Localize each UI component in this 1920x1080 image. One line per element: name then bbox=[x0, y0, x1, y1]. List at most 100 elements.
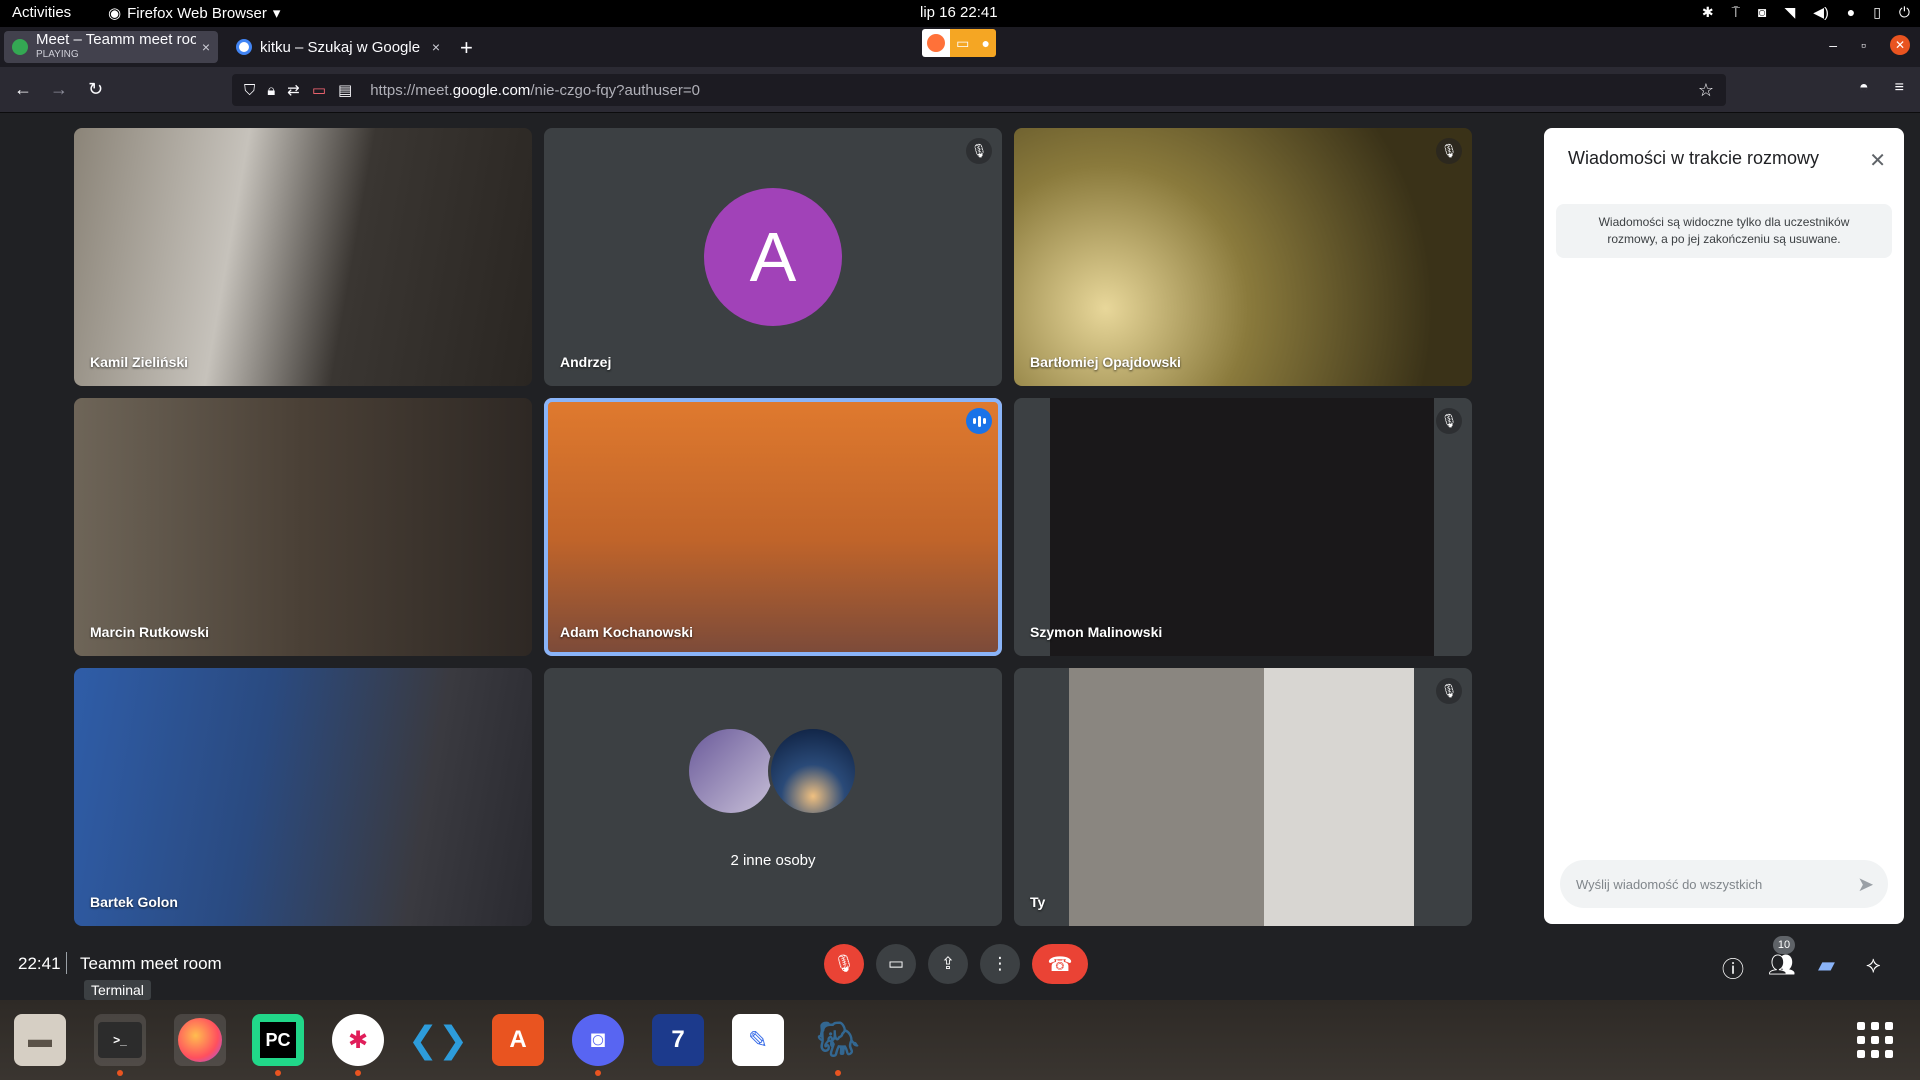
firefox-icon[interactable] bbox=[174, 1014, 226, 1066]
discord-icon[interactable]: ◙ bbox=[572, 1014, 624, 1076]
forward-arrow-icon[interactable]: → bbox=[50, 79, 68, 100]
more-options-button[interactable]: ⋮ bbox=[980, 944, 1020, 984]
avatar bbox=[686, 726, 776, 816]
back-arrow-icon[interactable]: ← bbox=[14, 79, 32, 100]
url-bar[interactable]: ⛉ 🔒︎ ⇄ ▭ ▤ https://meet.google.com/nie-c… bbox=[232, 74, 1726, 106]
participant-name: Kamil Zieliński bbox=[90, 354, 189, 370]
permissions-icon[interactable]: ⇄ bbox=[287, 81, 300, 99]
send-icon[interactable]: ➤ bbox=[1857, 872, 1874, 897]
avatar: A bbox=[704, 188, 842, 326]
participant-tile[interactable]: A 🎙︎ Andrzej bbox=[544, 128, 1002, 386]
mic-toggle-button[interactable]: 🎙︎ bbox=[824, 944, 864, 984]
meet-control-bar: 22:41 Teamm meet room Terminal 🎙︎ ▭ ⇪ ⋮ … bbox=[0, 930, 1920, 1000]
meeting-time: 22:41 bbox=[18, 954, 61, 973]
mic-off-icon: 🎙︎ bbox=[1436, 678, 1462, 704]
activities-button[interactable]: ⟡ bbox=[1866, 952, 1881, 978]
meeting-details-button[interactable]: ⓘ bbox=[1722, 952, 1744, 984]
maximize-icon[interactable]: ▫ bbox=[1861, 37, 1866, 53]
participant-name: Ty bbox=[1030, 894, 1046, 910]
microphone-icon[interactable]: ● bbox=[1847, 4, 1855, 21]
tab-title: kitku – Szukaj w Google bbox=[260, 39, 421, 55]
close-tab-icon[interactable]: × bbox=[432, 39, 440, 55]
more-vert-icon: ⋮ bbox=[991, 954, 1009, 973]
others-count-label: 2 inne osoby bbox=[730, 852, 816, 869]
hang-up-icon: ☎︎ bbox=[1047, 953, 1073, 976]
chat-icon: ▰ bbox=[1818, 952, 1835, 977]
activities-button[interactable]: Activities bbox=[12, 4, 71, 21]
slack-icon[interactable]: ✱ bbox=[332, 1014, 384, 1076]
present-icon: ⇪ bbox=[940, 954, 956, 973]
chat-message-input[interactable]: Wyślij wiadomość do wszystkich ➤ bbox=[1560, 860, 1888, 908]
minimize-icon[interactable]: – bbox=[1829, 37, 1837, 53]
mic-off-icon: 🎙︎ bbox=[966, 138, 992, 164]
running-indicator bbox=[355, 1070, 361, 1076]
participant-tile[interactable]: 🎙︎ Bartłomiej Opajdowski bbox=[1014, 128, 1472, 386]
vscode-icon[interactable]: ❮❯ bbox=[408, 1014, 468, 1066]
reload-icon[interactable]: ↻ bbox=[88, 79, 103, 100]
divider bbox=[66, 952, 67, 974]
new-tab-button[interactable]: + bbox=[460, 35, 473, 61]
participant-tile[interactable]: Adam Kochanowski bbox=[544, 398, 1002, 656]
tab-playing-label: PLAYING bbox=[36, 49, 79, 60]
meeting-room-name: Teamm meet room bbox=[80, 954, 222, 973]
wifi-icon[interactable]: ◥ bbox=[1785, 4, 1796, 21]
participant-tile[interactable]: Bartek Golon bbox=[74, 668, 532, 926]
chat-notice: Wiadomości są widoczne tylko dla uczestn… bbox=[1556, 204, 1892, 258]
discord-tray-icon[interactable]: ◙ bbox=[1758, 4, 1766, 21]
shield-icon[interactable]: ⛉ bbox=[244, 82, 255, 99]
url-text[interactable]: https://meet.google.com/nie-czgo-fqy?aut… bbox=[370, 82, 700, 99]
notes-icon[interactable]: 7 bbox=[652, 1014, 704, 1066]
mic-off-icon: 🎙︎ bbox=[1436, 138, 1462, 164]
participant-tile[interactable]: 🎙︎ Szymon Malinowski bbox=[1014, 398, 1472, 656]
slack-tray-icon[interactable]: ✱ bbox=[1702, 4, 1714, 21]
participant-tile[interactable]: Marcin Rutkowski bbox=[74, 398, 532, 656]
bookmark-star-icon[interactable]: ☆ bbox=[1698, 80, 1714, 101]
google-favicon-icon bbox=[236, 39, 252, 55]
pycharm-icon[interactable]: PC bbox=[252, 1014, 304, 1076]
terminal-icon[interactable]: >_ bbox=[94, 1014, 146, 1076]
mic-off-icon: 🎙︎ bbox=[833, 954, 855, 973]
ubuntu-software-icon[interactable]: A bbox=[492, 1014, 544, 1066]
sharing-indicator[interactable]: ▭ ● bbox=[922, 29, 996, 57]
present-screen-button[interactable]: ⇪ bbox=[928, 944, 968, 984]
camera-sharing-icon[interactable]: ▭ bbox=[312, 81, 326, 99]
files-icon[interactable]: ▬ bbox=[14, 1014, 66, 1066]
info-icon: ⓘ bbox=[1722, 957, 1745, 982]
tab-title: Meet – Teamm meet roo bbox=[36, 32, 196, 48]
participant-tile-self[interactable]: 🎙︎ Ty bbox=[1014, 668, 1472, 926]
participant-name: Szymon Malinowski bbox=[1030, 624, 1163, 640]
menu-icon[interactable]: ≡ bbox=[1895, 79, 1904, 97]
system-tray[interactable]: ✱ ⍑ ◙ ◥ ◀) ● ▯ ⏻ bbox=[1702, 4, 1910, 21]
window-controls: – ▫ ✕ bbox=[1829, 35, 1910, 55]
others-tile[interactable]: 2 inne osoby bbox=[544, 668, 1002, 926]
dock-tooltip: Terminal bbox=[84, 980, 151, 1000]
close-window-icon[interactable]: ✕ bbox=[1890, 35, 1910, 55]
participant-name: Bartek Golon bbox=[90, 894, 178, 910]
antenna-icon[interactable]: ⍑ bbox=[1732, 4, 1740, 21]
chat-button[interactable]: ▰ bbox=[1818, 952, 1835, 978]
text-editor-icon[interactable]: ✎ bbox=[732, 1014, 784, 1066]
phone-icon[interactable]: ▯ bbox=[1873, 4, 1881, 21]
participant-tile[interactable]: Kamil Zieliński bbox=[74, 128, 532, 386]
clock[interactable]: lip 16 22:41 bbox=[920, 4, 998, 21]
pgadmin-icon[interactable]: 🐘︎ bbox=[812, 1014, 864, 1076]
avatar bbox=[768, 726, 858, 816]
tab-meet[interactable]: Meet – Teamm meet roo PLAYING × bbox=[4, 31, 218, 63]
chat-title: Wiadomości w trakcie rozmowy bbox=[1568, 148, 1820, 168]
camera-toggle-button[interactable]: ▭ bbox=[876, 944, 916, 984]
leave-call-button[interactable]: ☎︎ bbox=[1032, 944, 1088, 984]
url-domain: google.com bbox=[452, 81, 531, 99]
close-icon[interactable]: ✕ bbox=[1869, 148, 1886, 173]
app-menu[interactable]: ◉ Firefox Web Browser ▾ bbox=[108, 4, 280, 23]
tab-google-search[interactable]: kitku – Szukaj w Google × bbox=[228, 31, 448, 63]
lock-icon[interactable]: 🔒︎ bbox=[267, 82, 275, 99]
pocket-icon[interactable]: ◓ bbox=[1859, 79, 1869, 97]
microphone-icon: ● bbox=[981, 35, 990, 51]
power-icon[interactable]: ⏻ bbox=[1899, 4, 1910, 21]
close-tab-icon[interactable]: × bbox=[202, 39, 210, 55]
volume-icon[interactable]: ◀) bbox=[1813, 4, 1828, 21]
speaking-indicator-icon bbox=[966, 408, 992, 434]
reader-icon[interactable]: ▤ bbox=[338, 81, 352, 99]
participants-button[interactable]: 👥︎ bbox=[1768, 952, 1796, 978]
show-applications-icon[interactable] bbox=[1857, 1022, 1893, 1058]
